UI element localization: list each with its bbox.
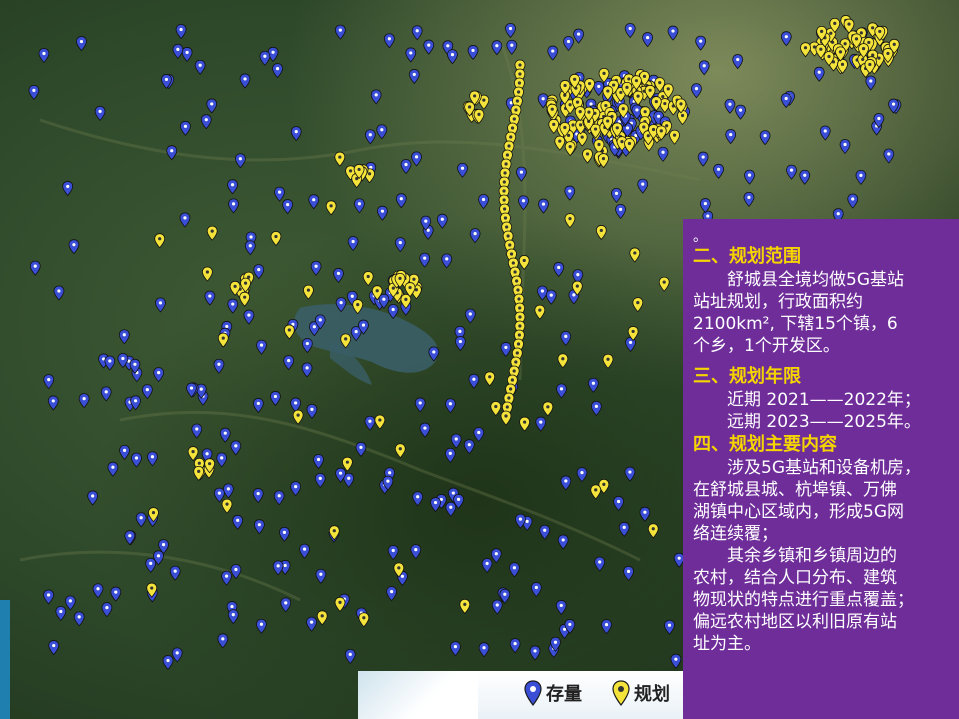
yellow-pin-icon	[612, 680, 630, 706]
legend-decoration	[358, 671, 478, 719]
content-line-2: 在舒城县城、杭埠镇、万佛	[693, 480, 897, 500]
legend-existing: 存量	[524, 680, 582, 706]
scope-line-1: 舒城县全境均做5G基站	[727, 270, 904, 290]
panel-dot: 。	[693, 229, 707, 245]
period-near: 近期 2021——2022年；	[727, 390, 921, 410]
scope-line-2: 站址规划，行政面积约	[693, 292, 863, 312]
period-far: 远期 2023——2025年。	[727, 412, 921, 432]
section-content-heading: 四、规划主要内容	[693, 434, 837, 455]
scope-line-3: 2100km², 下辖15个镇，6	[693, 314, 898, 334]
left-accent-bar	[0, 600, 10, 719]
legend-planned-label: 规划	[634, 684, 670, 705]
content-line-9: 址为主。	[693, 634, 761, 654]
legend-planned: 规划	[612, 680, 670, 706]
content-line-1: 涉及5G基站和设备机房，	[727, 458, 921, 478]
content-line-8: 偏远农村地区以利旧原有站	[693, 612, 897, 632]
content-line-4: 络连续覆；	[693, 524, 778, 544]
content-line-7: 物现状的特点进行重点覆盖；	[693, 590, 914, 610]
info-panel: 。 二、规划范围 舒城县全境均做5G基站 站址规划，行政面积约 2100km²,…	[683, 219, 959, 719]
blue-pin-icon	[524, 680, 542, 706]
content-line-3: 湖镇中心区域内，形成5G网	[693, 502, 904, 522]
content-line-6: 农村，结合人口分布、建筑	[693, 568, 897, 588]
scope-line-4: 个乡，1个开发区。	[693, 336, 840, 356]
section-scope-heading: 二、规划范围	[693, 246, 801, 267]
content-line-5: 其余乡镇和乡镇周边的	[727, 546, 897, 566]
legend-existing-label: 存量	[546, 684, 582, 705]
section-period-heading: 三、规划年限	[693, 366, 801, 387]
